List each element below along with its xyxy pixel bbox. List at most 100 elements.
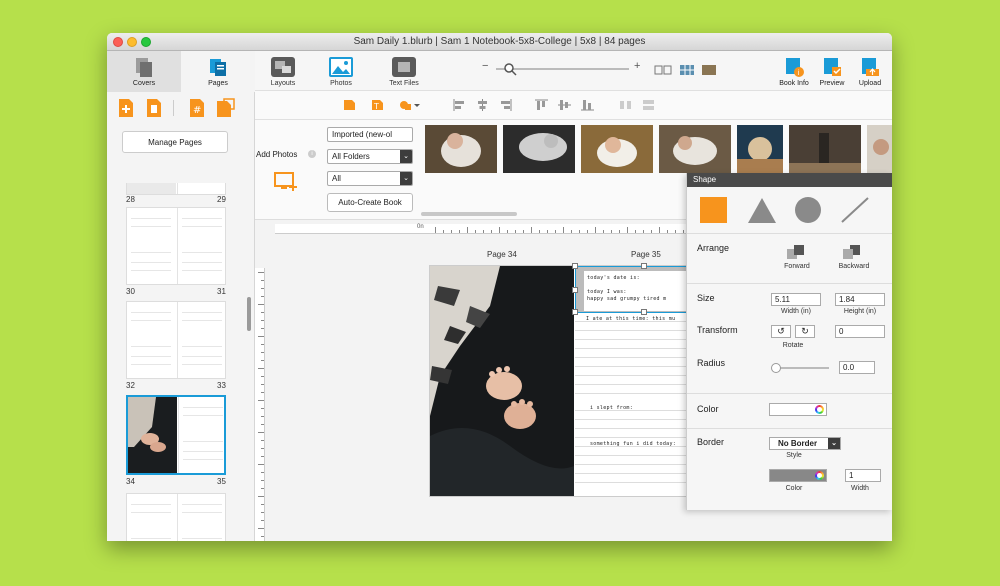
zoom-control: − + xyxy=(482,60,642,76)
add-text-box-icon[interactable]: T xyxy=(371,99,384,111)
page-thumb xyxy=(178,397,227,473)
distribute-horizontal-icon[interactable] xyxy=(619,99,632,111)
resize-handle[interactable] xyxy=(572,263,578,269)
distribute-vertical-icon[interactable] xyxy=(642,99,655,111)
tab-pages[interactable]: Pages xyxy=(181,51,255,92)
zoom-magnifier-icon[interactable] xyxy=(503,62,517,76)
photo-thumbnail[interactable] xyxy=(425,125,497,173)
zoom-out-button[interactable]: − xyxy=(482,60,488,72)
thumbnail-scrollbar[interactable] xyxy=(247,297,251,331)
info-icon[interactable]: i xyxy=(308,150,316,158)
align-right-icon[interactable] xyxy=(499,99,512,111)
ruler-tick xyxy=(261,440,264,441)
resize-handle[interactable] xyxy=(641,309,647,315)
minimize-window-button[interactable] xyxy=(127,37,137,47)
photo-thumbnail[interactable] xyxy=(867,125,892,173)
circle-shape-icon[interactable] xyxy=(793,196,823,224)
tab-pages-label: Pages xyxy=(208,80,228,87)
square-shape-icon[interactable] xyxy=(699,196,729,224)
filter-select[interactable]: All ⌄ xyxy=(327,171,413,186)
page-number-icon[interactable]: # xyxy=(189,98,205,118)
photos-button[interactable]: Photos xyxy=(321,54,361,87)
preview-button[interactable]: Preview xyxy=(814,54,850,87)
radius-input[interactable]: 0.0 xyxy=(839,361,875,374)
add-page-icon[interactable] xyxy=(118,98,134,118)
resize-handle[interactable] xyxy=(572,309,578,315)
upload-button[interactable]: Upload xyxy=(852,54,888,87)
add-photo-box-icon[interactable] xyxy=(343,99,356,111)
page-spread[interactable]: today's date is: today I was: happy sad … xyxy=(429,263,688,497)
baby-feet-photo[interactable] xyxy=(430,266,574,496)
notebook-page[interactable]: today's date is: today I was: happy sad … xyxy=(572,263,688,496)
spread-thumbnail-selected[interactable] xyxy=(126,395,226,475)
manage-pages-button[interactable]: Manage Pages xyxy=(122,131,228,153)
photo-thumbnail[interactable] xyxy=(581,125,653,173)
page-tools: # xyxy=(107,97,255,121)
rotate-input[interactable]: 0 xyxy=(835,325,885,338)
view-single-icon[interactable] xyxy=(701,64,717,76)
photo-thumbnail[interactable] xyxy=(659,125,731,173)
selected-shape[interactable]: today's date is: today I was: happy sad … xyxy=(572,263,688,315)
shape-text-box[interactable]: today's date is: today I was: happy sad … xyxy=(584,271,688,311)
border-color-picker[interactable] xyxy=(769,469,827,482)
text-files-button[interactable]: Text Files xyxy=(379,54,429,87)
folder-select[interactable]: All Folders ⌄ xyxy=(327,149,413,164)
auto-create-book-button[interactable]: Auto-Create Book xyxy=(327,193,413,212)
close-window-button[interactable] xyxy=(113,37,123,47)
spread-thumbnail[interactable] xyxy=(126,207,226,285)
ruler-tick xyxy=(261,520,264,521)
align-center-icon[interactable] xyxy=(476,99,489,111)
zoom-in-button[interactable]: + xyxy=(634,60,640,72)
align-middle-icon[interactable] xyxy=(558,99,571,111)
source-select[interactable]: Imported (new-ol xyxy=(327,127,413,142)
width-input[interactable]: 5.11 xyxy=(771,293,821,306)
rotate-right-button[interactable]: ↻ xyxy=(795,325,815,338)
add-photos-icon[interactable] xyxy=(274,172,298,192)
line-shape-icon[interactable] xyxy=(840,196,870,224)
ruler-tick xyxy=(547,230,548,233)
bring-forward-icon[interactable] xyxy=(786,244,806,260)
ruler-tick xyxy=(603,230,604,233)
ruler-tick xyxy=(451,230,452,233)
add-photos-label[interactable]: Add Photos xyxy=(256,150,297,159)
photo-strip-scrollbar[interactable] xyxy=(421,212,517,216)
view-grid-icon[interactable] xyxy=(679,64,695,76)
zoom-window-button[interactable] xyxy=(141,37,151,47)
view-spread-icon[interactable] xyxy=(654,64,672,76)
resize-handle[interactable] xyxy=(572,287,578,293)
send-backward-icon[interactable] xyxy=(842,244,862,260)
tab-covers[interactable]: Covers xyxy=(107,51,181,92)
book-info-button[interactable]: i Book Info xyxy=(776,54,812,87)
photo-thumbnail[interactable] xyxy=(737,125,783,173)
align-top-icon[interactable] xyxy=(535,99,548,111)
radius-slider-handle[interactable] xyxy=(771,363,781,373)
triangle-shape-icon[interactable] xyxy=(747,196,777,224)
rotate-left-button[interactable]: ↺ xyxy=(771,325,791,338)
align-left-icon[interactable] xyxy=(453,99,466,111)
layouts-label: Layouts xyxy=(270,80,296,87)
spread-thumbnail[interactable] xyxy=(126,493,226,541)
arrange-label: Arrange xyxy=(697,243,730,253)
page-thumb xyxy=(177,208,226,284)
radius-slider[interactable] xyxy=(773,367,829,369)
add-shape-menu-icon[interactable] xyxy=(399,99,421,111)
height-input[interactable]: 1.84 xyxy=(835,293,885,306)
spread-thumbnail[interactable] xyxy=(126,301,226,379)
photo-thumbnail[interactable] xyxy=(789,125,861,173)
ruler-tick xyxy=(531,227,532,233)
spread-thumbnail[interactable] xyxy=(126,183,226,195)
page-thumb xyxy=(127,208,176,284)
delete-page-icon[interactable] xyxy=(146,98,162,118)
photo-thumbnail[interactable] xyxy=(503,125,575,173)
page-layout-icon[interactable] xyxy=(216,98,236,118)
border-width-input[interactable]: 1 xyxy=(845,469,881,482)
ruler-tick xyxy=(258,272,264,273)
ruler-tick xyxy=(261,416,264,417)
ruler-tick xyxy=(261,512,264,513)
fill-color-picker[interactable] xyxy=(769,403,827,416)
layouts-button[interactable]: Layouts xyxy=(263,54,303,87)
resize-handle[interactable] xyxy=(641,263,647,269)
ruler-tick xyxy=(261,424,264,425)
align-bottom-icon[interactable] xyxy=(581,99,594,111)
border-style-select[interactable]: No Border ⌄ xyxy=(769,437,841,450)
